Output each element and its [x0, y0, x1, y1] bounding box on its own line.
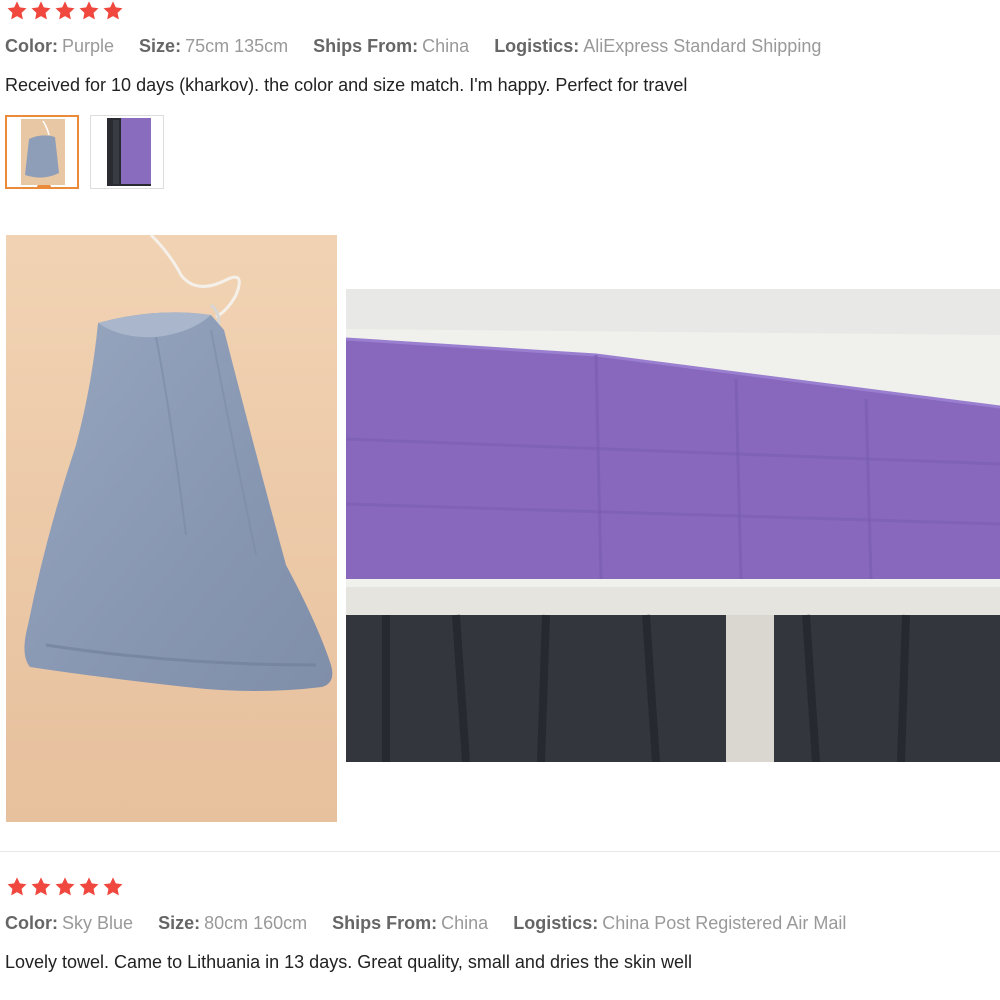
logistics-label: Logistics: [494, 36, 580, 56]
review-text: Lovely towel. Came to Lithuania in 13 da… [5, 952, 693, 972]
ships-from-value: China [441, 913, 489, 933]
color-value: Purple [62, 36, 115, 56]
star-icon [30, 876, 52, 898]
logistics-value: China Post Registered Air Mail [602, 913, 847, 933]
blue-drawstring-bag-photo [7, 117, 77, 187]
star-icon [6, 0, 28, 22]
rating-stars [6, 0, 124, 24]
logistics-value: AliExpress Standard Shipping [583, 36, 822, 56]
size-value: 80cm 160cm [204, 913, 308, 933]
star-icon [102, 876, 124, 898]
star-icon [102, 0, 124, 22]
color-value: Sky Blue [62, 913, 134, 933]
review-text: Received for 10 days (kharkov). the colo… [5, 75, 688, 95]
ships-from-value: China [422, 36, 470, 56]
purple-towel-photo [91, 116, 163, 188]
logistics-label: Logistics: [513, 913, 599, 933]
thumbnail-towel[interactable] [90, 115, 164, 189]
star-icon [30, 0, 52, 22]
selected-indicator [37, 185, 51, 187]
star-icon [78, 876, 100, 898]
blue-drawstring-bag-photo [6, 235, 337, 822]
star-icon [6, 876, 28, 898]
star-icon [78, 0, 100, 22]
order-info: Color: Sky Blue Size: 80cm 160cm Ships Fro… [5, 913, 866, 934]
ships-from-label: Ships From: [332, 913, 438, 933]
size-label: Size: [158, 913, 201, 933]
size-value: 75cm 135cm [185, 36, 289, 56]
review-divider [0, 851, 1000, 852]
rating-stars [6, 876, 124, 900]
ships-from-label: Ships From: [313, 36, 419, 56]
photo-blue-bag[interactable] [6, 235, 337, 822]
star-icon [54, 876, 76, 898]
thumbnail-bag[interactable] [5, 115, 79, 189]
photo-purple-towel[interactable] [346, 289, 1000, 762]
color-label: Color: [5, 36, 58, 56]
size-label: Size: [139, 36, 182, 56]
order-info: Color: Purple Size: 75cm 135cm Ships From:… [5, 36, 841, 57]
purple-towel-on-table-photo [346, 289, 1000, 762]
star-icon [54, 0, 76, 22]
color-label: Color: [5, 913, 58, 933]
